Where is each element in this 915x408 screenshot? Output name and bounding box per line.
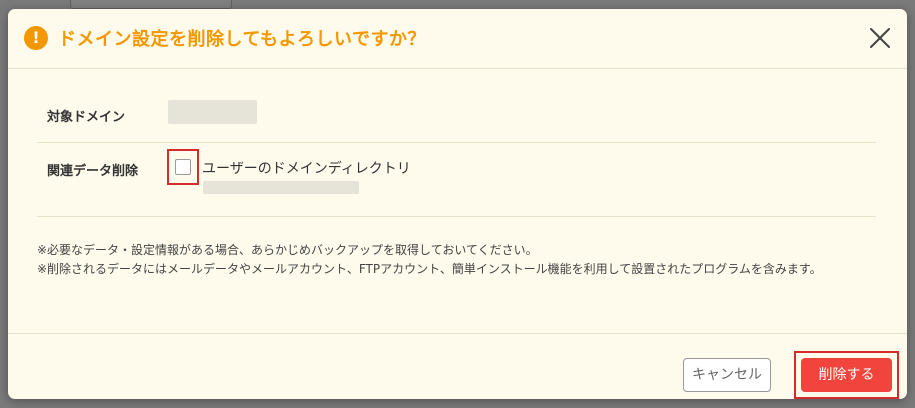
dialog-header: ! ドメイン設定を削除してもよろしいですか？ bbox=[8, 9, 907, 69]
target-domain-value-masked bbox=[168, 100, 257, 124]
close-button[interactable] bbox=[867, 25, 893, 51]
background-element bbox=[70, 0, 232, 9]
delete-domain-dialog: ! ドメイン設定を削除してもよろしいですか？ 対象ドメイン 関連データ削除 ユー… bbox=[8, 9, 907, 399]
notes: ※必要なデータ・設定情報がある場合、あらかじめバックアップを取得しておいてくださ… bbox=[37, 241, 879, 279]
domain-directory-checkbox-label[interactable]: ユーザーのドメインディレクトリ bbox=[202, 158, 411, 178]
target-domain-label: 対象ドメイン bbox=[47, 110, 126, 125]
domain-directory-checkbox[interactable] bbox=[175, 159, 191, 175]
dialog-title: ドメイン設定を削除してもよろしいですか？ bbox=[58, 29, 427, 50]
note-backup: ※必要なデータ・設定情報がある場合、あらかじめバックアップを取得しておいてくださ… bbox=[37, 243, 538, 257]
note-deleted-data: ※削除されるデータにはメールデータやメールアカウント、FTPアカウント、簡単イン… bbox=[37, 262, 822, 276]
related-data-row: 関連データ削除 ユーザーのドメインディレクトリ bbox=[37, 143, 876, 217]
cancel-button[interactable]: キャンセル bbox=[683, 358, 771, 392]
delete-button[interactable]: 削除する bbox=[801, 358, 892, 392]
dialog-footer: キャンセル 削除する bbox=[8, 333, 907, 399]
exclamation-circle-icon: ! bbox=[24, 26, 48, 50]
related-data-label: 関連データ削除 bbox=[47, 164, 139, 179]
target-domain-row: 対象ドメイン bbox=[37, 69, 876, 143]
domain-directory-path-masked bbox=[203, 181, 359, 194]
close-icon bbox=[870, 28, 890, 48]
